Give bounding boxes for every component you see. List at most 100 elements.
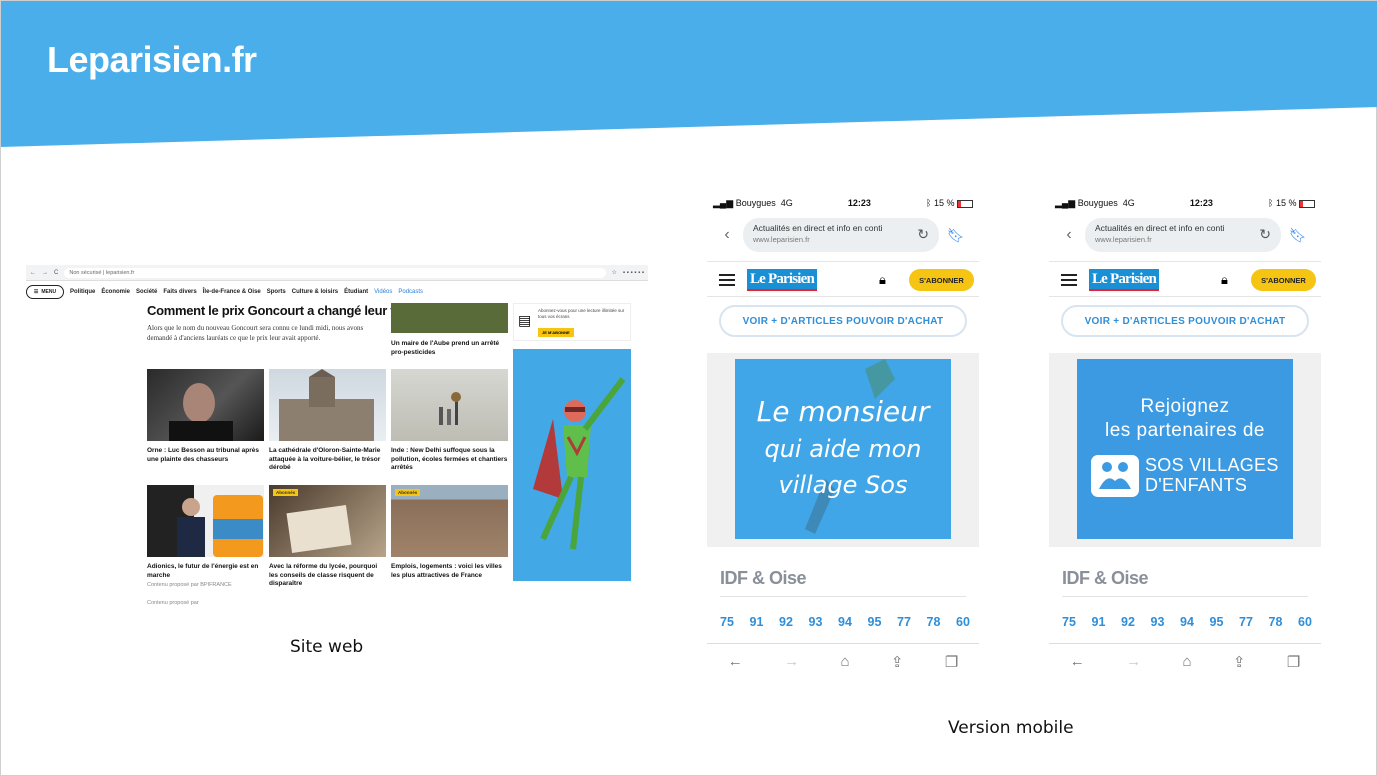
- dept-link[interactable]: 77: [1239, 615, 1253, 629]
- subscribe-button[interactable]: S'ABONNER: [1251, 269, 1316, 291]
- caption-mobile: Version mobile: [948, 718, 1074, 738]
- forward-arrow-icon[interactable]: →: [1126, 653, 1141, 670]
- section-title[interactable]: IDF & Oise: [1062, 568, 1149, 589]
- article-photo[interactable]: [391, 303, 508, 333]
- back-icon[interactable]: ‹: [1059, 226, 1079, 244]
- drawing-ad[interactable]: Le monsieur qui aide mon village Sos: [735, 359, 951, 539]
- dept-link[interactable]: 95: [868, 615, 882, 629]
- more-articles-button[interactable]: VOIR + D'ARTICLES POUVOIR D'ACHAT: [1061, 305, 1309, 337]
- bookmark-star-icon[interactable]: ☆: [612, 269, 617, 276]
- bluetooth-icon: ᛒ: [1268, 198, 1274, 208]
- nav-faits-divers[interactable]: Faits divers: [163, 289, 196, 295]
- dept-link[interactable]: 94: [1180, 615, 1194, 629]
- le-parisien-logo[interactable]: Le Parisien: [1089, 269, 1159, 291]
- nav-podcasts[interactable]: Podcasts: [398, 289, 423, 295]
- dept-link[interactable]: 60: [1298, 615, 1312, 629]
- section-title[interactable]: IDF & Oise: [720, 568, 807, 589]
- article-tile-sponsored[interactable]: Adionics, le futur de l'énergie est en m…: [147, 485, 264, 606]
- sos-villages-ad[interactable]: Rejoignez les partenaires de SOS VILLAGE…: [1077, 359, 1293, 539]
- nav-etudiant[interactable]: Étudiant: [344, 289, 368, 295]
- url-text: leparisien.fr: [105, 269, 135, 276]
- dept-link[interactable]: 93: [1151, 615, 1165, 629]
- back-icon[interactable]: ←: [30, 270, 36, 276]
- back-arrow-icon[interactable]: ←: [728, 653, 743, 670]
- dept-link[interactable]: 92: [1121, 615, 1135, 629]
- site-header: Le Parisien 🔒︎ S'ABONNER: [707, 261, 979, 297]
- ad-container: Rejoignez les partenaires de SOS VILLAGE…: [1049, 353, 1321, 547]
- security-label: Non sécurisé: [69, 269, 102, 276]
- ad-line-2: les partenaires de: [1104, 420, 1266, 441]
- account-icon[interactable]: 🔒︎: [879, 272, 886, 288]
- home-icon[interactable]: ⌂: [840, 653, 849, 670]
- address-bar[interactable]: Actualités en direct et info en conti ww…: [1085, 218, 1281, 252]
- dept-link[interactable]: 75: [1062, 615, 1076, 629]
- article-tile[interactable]: Abonnés Emplois, logements : voici les v…: [391, 485, 508, 580]
- dept-link[interactable]: 95: [1210, 615, 1224, 629]
- nav-idf-oise[interactable]: Île-de-France & Oise: [203, 289, 261, 295]
- dept-link[interactable]: 91: [750, 615, 764, 629]
- account-icon[interactable]: 🔒︎: [1221, 272, 1228, 288]
- dept-link[interactable]: 78: [927, 615, 941, 629]
- sponsored-footer: Contenu proposé par: [147, 600, 199, 606]
- main-headline[interactable]: Comment le prix Goncourt a changé leur v…: [147, 303, 408, 318]
- nav-economie[interactable]: Économie: [101, 289, 130, 295]
- url-text: www.leparisien.fr: [1095, 235, 1152, 244]
- subscribers-badge: Abonnés: [273, 489, 299, 496]
- site-header: Le Parisien 🔒︎ S'ABONNER: [1049, 261, 1321, 297]
- extension-icons[interactable]: ▪ ▪ ▪ ▪ ▪ ▪: [623, 270, 644, 276]
- nav-politique[interactable]: Politique: [70, 289, 95, 295]
- article-tile[interactable]: Abonnés Avec la réforme du lycée, pourqu…: [269, 485, 386, 589]
- back-arrow-icon[interactable]: ←: [1070, 653, 1085, 670]
- nav-culture[interactable]: Culture & loisirs: [292, 289, 338, 295]
- forward-icon[interactable]: →: [42, 270, 48, 276]
- divider: [1062, 596, 1308, 597]
- hamburger-icon[interactable]: [1061, 274, 1077, 286]
- more-articles-button[interactable]: VOIR + D'ARTICLES POUVOIR D'ACHAT: [719, 305, 967, 337]
- share-icon[interactable]: ⇪: [1233, 653, 1246, 671]
- bookmark-icon[interactable]: 🔖︎: [947, 227, 965, 244]
- reload-icon[interactable]: C: [54, 270, 58, 276]
- dept-link[interactable]: 75: [720, 615, 734, 629]
- article-caption: Emplois, logements : voici les villes le…: [391, 563, 502, 579]
- tabs-icon[interactable]: ❐: [945, 653, 958, 671]
- dept-link[interactable]: 77: [897, 615, 911, 629]
- article-caption: Inde : New Delhi suffoque sous la pollut…: [391, 447, 508, 471]
- nav-societe[interactable]: Société: [136, 289, 157, 295]
- dept-link[interactable]: 92: [779, 615, 793, 629]
- subscribe-ad[interactable]: ▤ Abonnez-vous pour une lecture illimité…: [513, 303, 631, 341]
- divider: [720, 596, 966, 597]
- newspaper-icon: ▤: [518, 312, 532, 328]
- article-photo: [147, 369, 264, 441]
- department-links: 75 91 92 93 94 95 77 78 60: [720, 615, 970, 629]
- back-icon[interactable]: ‹: [717, 226, 737, 244]
- article-caption[interactable]: Un maire de l'Aube prend un arrêté pro-p…: [391, 340, 508, 357]
- dept-link[interactable]: 78: [1269, 615, 1283, 629]
- dept-link[interactable]: 93: [809, 615, 823, 629]
- forward-arrow-icon[interactable]: →: [784, 653, 799, 670]
- tabs-icon[interactable]: ❐: [1287, 653, 1300, 671]
- dept-link[interactable]: 60: [956, 615, 970, 629]
- address-bar[interactable]: Non sécurisé | leparisien.fr: [64, 267, 606, 278]
- address-area: ‹ Actualités en direct et info en conti …: [717, 217, 969, 253]
- nav-sports[interactable]: Sports: [267, 289, 286, 295]
- menu-button[interactable]: ☰ MENU: [26, 285, 64, 299]
- article-tile[interactable]: Inde : New Delhi suffoque sous la pollut…: [391, 369, 508, 473]
- dept-link[interactable]: 94: [838, 615, 852, 629]
- dept-link[interactable]: 91: [1092, 615, 1106, 629]
- home-icon[interactable]: ⌂: [1182, 653, 1191, 670]
- address-bar[interactable]: Actualités en direct et info en conti ww…: [743, 218, 939, 252]
- article-tile[interactable]: Orne : Luc Besson au tribunal après une …: [147, 369, 264, 464]
- side-ad-drawing[interactable]: [513, 349, 631, 581]
- safari-bottom-bar: ← → ⌂ ⇪ ❐: [1049, 643, 1321, 679]
- reload-icon[interactable]: ↻: [1259, 226, 1271, 243]
- bookmark-icon[interactable]: 🔖︎: [1289, 227, 1307, 244]
- reload-icon[interactable]: ↻: [917, 226, 929, 243]
- article-tile[interactable]: La cathédrale d'Oloron-Sainte-Marie atta…: [269, 369, 386, 473]
- department-links: 75 91 92 93 94 95 77 78 60: [1062, 615, 1312, 629]
- subscribe-button[interactable]: S'ABONNER: [909, 269, 974, 291]
- subscribe-ad-button[interactable]: JE M'ABONNE: [538, 328, 574, 337]
- hamburger-icon[interactable]: [719, 274, 735, 286]
- share-icon[interactable]: ⇪: [891, 653, 904, 671]
- le-parisien-logo[interactable]: Le Parisien: [747, 269, 817, 291]
- nav-videos[interactable]: Vidéos: [374, 289, 392, 295]
